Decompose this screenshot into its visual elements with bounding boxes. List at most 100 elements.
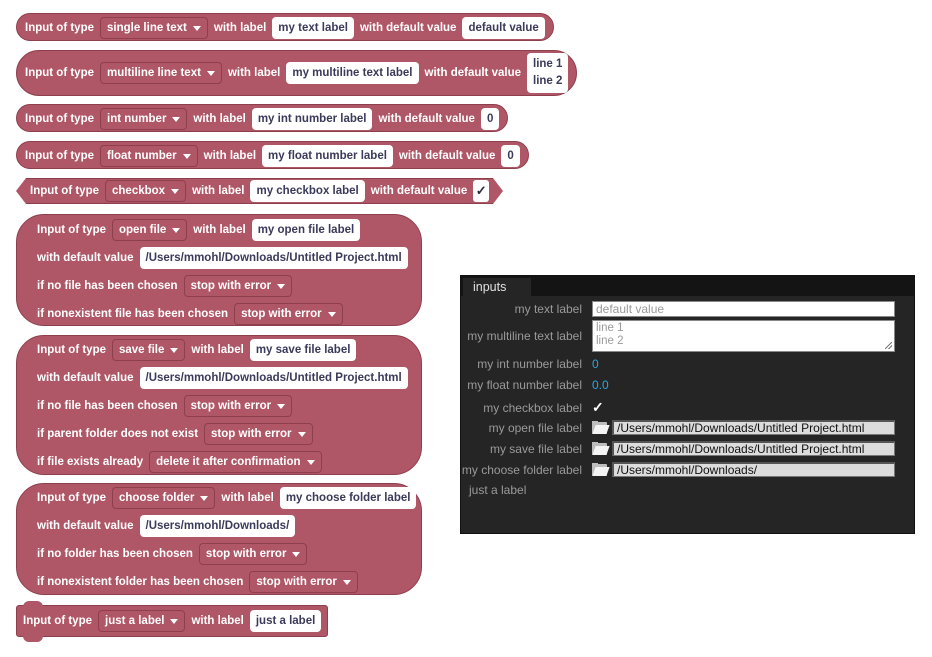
block-just-a-label[interactable]: Input of type just a label with label ju…	[16, 601, 329, 642]
with-label-text: with label	[227, 67, 281, 79]
folder-icon[interactable]	[592, 421, 610, 434]
type-dropdown[interactable]: just a label	[98, 610, 186, 632]
dropdown-value: stop with error	[241, 308, 322, 320]
hex-left-edge	[16, 178, 26, 204]
chevron-down-icon	[297, 431, 306, 437]
label-field[interactable]: my text label	[272, 17, 354, 39]
type-dropdown-value: save file	[119, 344, 165, 356]
nonexistent-action-dropdown[interactable]: stop with error	[249, 571, 358, 593]
label-field[interactable]: my checkbox label	[250, 180, 365, 202]
chevron-down-icon	[277, 403, 286, 409]
save-file-label: my save file label	[489, 441, 582, 456]
block-multiline-text[interactable]: Input of type multiline line text with l…	[16, 50, 578, 96]
with-label-text: with label	[213, 22, 267, 34]
label-field[interactable]: my int number label	[251, 108, 373, 130]
default-path-field[interactable]: /Users/mmohl/Downloads/Untitled Project.…	[139, 367, 408, 389]
type-dropdown[interactable]: choose folder	[112, 487, 216, 509]
no-file-action-dropdown[interactable]: stop with error	[183, 395, 293, 417]
no-folder-text: if no folder has been chosen	[37, 548, 193, 560]
with-label-text: with label	[203, 150, 257, 162]
default-path-field[interactable]: /Users/mmohl/Downloads/	[139, 515, 296, 537]
block-single-line-text[interactable]: Input of type single line text with labe…	[16, 13, 554, 41]
chevron-down-icon	[192, 25, 201, 31]
type-dropdown-value: checkbox	[112, 185, 166, 197]
choose-folder-path[interactable]: /Users/mmohl/Downloads/	[612, 462, 895, 477]
with-default-value-text: with default value	[370, 185, 468, 197]
default-checkbox[interactable]: ✓	[473, 180, 490, 202]
input-of-type-label: Input of type	[37, 344, 106, 356]
block-open-file[interactable]: Input of type open file with label my op…	[16, 214, 422, 326]
block-save-file[interactable]: Input of type save file with label my sa…	[16, 335, 422, 475]
input-of-type-label: Input of type	[37, 492, 106, 504]
no-file-action-dropdown[interactable]: stop with error	[183, 275, 293, 297]
with-default-value-text: with default value	[359, 22, 457, 34]
textarea-line-2: line 2	[596, 335, 624, 347]
with-label-text: with label	[221, 492, 274, 504]
block-checkbox[interactable]: Input of type checkbox with label my che…	[16, 178, 504, 204]
with-default-value-text: with default value	[378, 113, 475, 125]
label-field[interactable]: my save file label	[249, 339, 357, 361]
checkmark-icon[interactable]: ✓	[592, 399, 604, 416]
default-value-field[interactable]: 0	[501, 145, 520, 167]
type-dropdown[interactable]: checkbox	[105, 180, 187, 202]
float-value[interactable]: 0.0	[592, 378, 609, 392]
textarea-line-1: line 1	[596, 322, 624, 334]
label-field[interactable]: my float number label	[262, 145, 393, 167]
type-dropdown-value: just a label	[105, 615, 165, 627]
input-of-type-label: Input of type	[30, 185, 99, 197]
int-value[interactable]: 0	[592, 357, 599, 371]
type-dropdown-value: choose folder	[119, 492, 195, 504]
type-dropdown[interactable]: multiline line text	[100, 62, 222, 84]
block-choose-folder[interactable]: Input of type choose folder with label m…	[16, 483, 422, 595]
default-path-field[interactable]: /Users/mmohl/Downloads/Untitled Project.…	[139, 247, 408, 269]
type-dropdown[interactable]: open file	[112, 219, 188, 241]
panel-row-multiline: my multiline text label line 1 line 2	[461, 320, 916, 352]
type-dropdown-value: multiline line text	[107, 67, 201, 79]
save-file-path[interactable]: /Users/mmohl/Downloads/Untitled Project.…	[612, 441, 895, 456]
label-field[interactable]: my multiline text label	[286, 62, 419, 84]
input-of-type-label: Input of type	[23, 615, 92, 627]
folder-icon[interactable]	[592, 463, 610, 476]
parent-missing-action-dropdown[interactable]: stop with error	[204, 423, 313, 445]
chevron-down-icon	[170, 618, 179, 624]
float-label: my float number label	[467, 378, 582, 392]
type-dropdown[interactable]: int number	[100, 108, 188, 130]
with-label-text: with label	[192, 185, 245, 197]
folder-icon[interactable]	[592, 442, 610, 455]
choose-folder-label: my choose folder label	[461, 462, 582, 477]
chevron-down-icon	[342, 579, 351, 585]
resize-grip-icon[interactable]	[885, 342, 892, 349]
type-dropdown[interactable]: save file	[112, 339, 186, 361]
label-field[interactable]: just a label	[249, 610, 322, 632]
no-folder-action-dropdown[interactable]: stop with error	[198, 543, 308, 565]
open-file-path[interactable]: /Users/mmohl/Downloads/Untitled Project.…	[612, 420, 895, 435]
label-field[interactable]: my choose folder label	[279, 487, 417, 509]
just-a-label-text: just a label	[469, 483, 527, 497]
chevron-down-icon	[292, 551, 301, 557]
chevron-down-icon	[170, 347, 179, 353]
panel-row-float: my float number label 0.0	[461, 378, 916, 392]
default-value-field[interactable]: default value	[462, 17, 545, 39]
block-notch-top	[23, 601, 43, 607]
inputs-panel: inputs my text label default value my mu…	[460, 275, 915, 534]
file-exists-action-dropdown[interactable]: delete it after confirmation	[149, 451, 322, 473]
type-dropdown[interactable]: float number	[100, 145, 198, 167]
chevron-down-icon	[277, 283, 286, 289]
chevron-down-icon	[327, 311, 336, 317]
text-input[interactable]: default value	[592, 301, 895, 317]
input-of-type-label: Input of type	[25, 150, 94, 162]
multiline-textarea[interactable]: line 1 line 2	[592, 320, 895, 352]
chevron-down-icon	[200, 495, 209, 501]
default-value-multiline-field[interactable]: line 1 line 2	[527, 53, 569, 93]
type-dropdown-value: int number	[107, 113, 167, 125]
label-field[interactable]: my open file label	[251, 219, 361, 241]
type-dropdown[interactable]: single line text	[100, 17, 208, 39]
nonexistent-file-text: if nonexistent file has been chosen	[37, 308, 229, 320]
nonexistent-action-dropdown[interactable]: stop with error	[234, 303, 343, 325]
block-float-number[interactable]: Input of type float number with label my…	[16, 141, 529, 169]
with-label-text: with label	[193, 224, 246, 236]
block-int-number[interactable]: Input of type int number with label my i…	[16, 104, 509, 132]
tab-inputs[interactable]: inputs	[463, 278, 531, 296]
default-value-field[interactable]: 0	[480, 108, 500, 130]
type-dropdown-value: single line text	[107, 22, 187, 34]
